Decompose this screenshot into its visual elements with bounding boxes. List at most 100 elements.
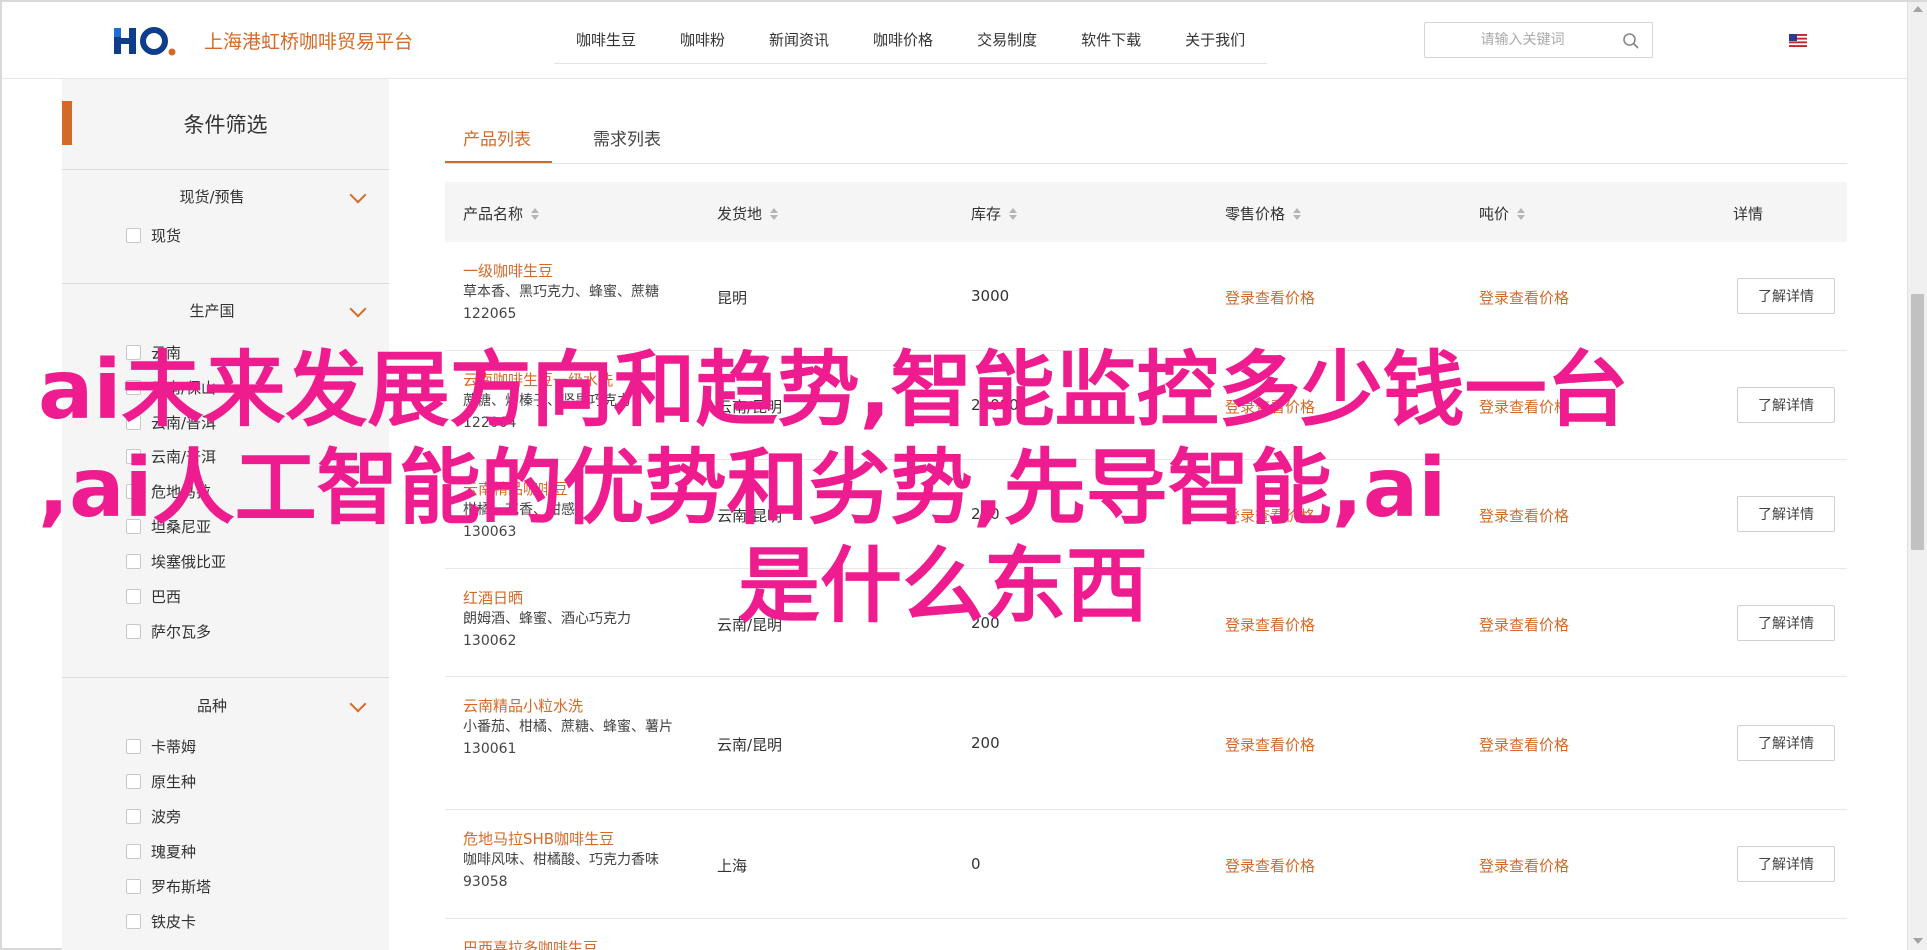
product-description: 小番茄、柑橘、蔗糖、蜂蜜、薯片 (463, 719, 673, 735)
checkbox[interactable] (126, 843, 141, 859)
product-name-link[interactable]: 危地马拉SHB咖啡生豆 (463, 828, 673, 849)
retail-price-login-link[interactable]: 登录查看价格 (1225, 287, 1315, 308)
filter-option[interactable]: 云南/普洱 (126, 446, 216, 466)
product-name-link[interactable]: 云南咖啡生豆一级水洗 (463, 369, 673, 390)
filter-option[interactable]: 卡蒂姆 (126, 736, 196, 756)
product-name-link[interactable]: 云南精品小粒水洗 (463, 695, 673, 716)
table-row: 危地马拉SHB咖啡生豆 咖啡风味、柑橘酸、巧克力香味 93058 上海 0 登录… (445, 810, 1847, 919)
search-icon[interactable] (1622, 32, 1640, 50)
nav-item-trade-rules[interactable]: 交易制度 (955, 20, 1059, 63)
checkbox[interactable] (126, 738, 141, 754)
sort-icon[interactable] (1009, 207, 1018, 220)
detail-button[interactable]: 了解详情 (1737, 387, 1835, 423)
detail-button[interactable]: 了解详情 (1737, 846, 1835, 882)
detail-button[interactable]: 了解详情 (1737, 605, 1835, 641)
filter-option[interactable]: 危地马拉 (126, 481, 211, 501)
checkbox[interactable] (126, 878, 141, 894)
tab-request-list[interactable]: 需求列表 (573, 119, 673, 163)
column-header-retail-price[interactable]: 零售价格 (1225, 203, 1302, 224)
filter-option[interactable]: 铁皮卡 (126, 911, 196, 931)
product-cell: 一级咖啡生豆 草本香、黑巧克力、蜂蜜、蔗糖 122065 (463, 260, 673, 325)
product-description: 朗姆酒、蜂蜜、酒心巧克力 (463, 611, 631, 627)
us-flag-icon[interactable] (1789, 34, 1807, 47)
column-header-ton-price[interactable]: 吨价 (1479, 203, 1526, 224)
filter-option[interactable]: 坦桑尼亚 (126, 516, 211, 536)
table-header: 产品名称 发货地 库存 零售价格 吨价 详情 (445, 182, 1847, 242)
filter-option[interactable]: 云南 (126, 342, 181, 362)
ton-price-login-link[interactable]: 登录查看价格 (1479, 734, 1569, 755)
retail-price-login-link[interactable]: 登录查看价格 (1225, 734, 1315, 755)
checkbox[interactable] (126, 808, 141, 824)
product-cell: 红酒日晒 朗姆酒、蜂蜜、酒心巧克力 130062 (463, 587, 673, 652)
ton-price-login-link[interactable]: 登录查看价格 (1479, 505, 1569, 526)
brand-name[interactable]: 上海港虹桥咖啡贸易平台 (204, 27, 413, 54)
nav-item-green-beans[interactable]: 咖啡生豆 (554, 20, 658, 63)
filter-option[interactable]: 萨尔瓦多 (126, 621, 211, 641)
sort-icon[interactable] (1293, 207, 1302, 220)
sort-icon[interactable] (1517, 207, 1526, 220)
ton-price-login-link[interactable]: 登录查看价格 (1479, 855, 1569, 876)
checkbox[interactable] (126, 773, 141, 789)
filter-option[interactable]: 云南/普洱 (126, 412, 216, 432)
detail-button[interactable]: 了解详情 (1737, 496, 1835, 532)
vertical-scrollbar[interactable] (1907, 2, 1927, 950)
nav-item-downloads[interactable]: 软件下载 (1059, 20, 1163, 63)
scroll-up-arrow-icon[interactable] (1913, 6, 1923, 12)
filter-sidebar: 条件筛选 现货/预售 现货 生产国 云南 云南/保山 云南/普洱 云南/普洱 危… (62, 79, 389, 950)
checkbox[interactable] (126, 379, 141, 395)
search-input[interactable] (1435, 29, 1610, 51)
filter-option[interactable]: 波旁 (126, 806, 181, 826)
filter-option[interactable]: 云南/保山 (126, 377, 216, 397)
checkbox[interactable] (126, 588, 141, 604)
retail-price-login-link[interactable]: 登录查看价格 (1225, 396, 1315, 417)
product-name-link[interactable]: 云南精品咖啡豆 (463, 478, 673, 499)
tab-product-list[interactable]: 产品列表 (445, 119, 552, 163)
checkbox[interactable] (126, 448, 141, 464)
detail-button[interactable]: 了解详情 (1737, 725, 1835, 761)
column-header-name[interactable]: 产品名称 (463, 203, 540, 224)
table-row: 一级咖啡生豆 草本香、黑巧克力、蜂蜜、蔗糖 122065 昆明 3000 登录查… (445, 242, 1847, 351)
checkbox[interactable] (126, 553, 141, 569)
column-header-origin[interactable]: 发货地 (717, 203, 779, 224)
retail-price-login-link[interactable]: 登录查看价格 (1225, 614, 1315, 635)
filter-option[interactable]: 埃塞俄比亚 (126, 551, 226, 571)
product-name-link[interactable]: 巴西喜拉多咖啡生豆 (463, 937, 598, 950)
scroll-thumb[interactable] (1911, 294, 1924, 550)
ton-price-login-link[interactable]: 登录查看价格 (1479, 287, 1569, 308)
filter-group-title-country[interactable]: 生产国 (62, 300, 362, 321)
column-header-stock[interactable]: 库存 (971, 203, 1018, 224)
checkbox[interactable] (126, 623, 141, 639)
product-name-link[interactable]: 一级咖啡生豆 (463, 260, 673, 281)
checkbox[interactable] (126, 414, 141, 430)
product-cell: 巴西喜拉多咖啡生豆 (463, 937, 598, 950)
filter-option[interactable]: 原生种 (126, 771, 196, 791)
checkbox[interactable] (126, 227, 141, 243)
checkbox[interactable] (126, 344, 141, 360)
scroll-down-arrow-icon[interactable] (1913, 938, 1923, 944)
filter-option[interactable]: 罗布斯塔 (126, 876, 211, 896)
sort-icon[interactable] (531, 207, 540, 220)
retail-price-login-link[interactable]: 登录查看价格 (1225, 505, 1315, 526)
checkbox[interactable] (126, 483, 141, 499)
filter-group-title-stock[interactable]: 现货/预售 (62, 186, 362, 207)
hq-logo-icon[interactable] (114, 24, 176, 58)
ton-price-login-link[interactable]: 登录查看价格 (1479, 396, 1569, 417)
stock-cell: 200 (971, 734, 1000, 752)
stock-cell: 20000 (971, 396, 1019, 414)
nav-item-news[interactable]: 新闻资讯 (747, 20, 851, 63)
checkbox[interactable] (126, 518, 141, 534)
nav-item-coffee-powder[interactable]: 咖啡粉 (658, 20, 747, 63)
filter-option[interactable]: 巴西 (126, 586, 181, 606)
product-name-link[interactable]: 红酒日晒 (463, 587, 673, 608)
product-description: 蔗糖、烤榛子、坚果巧克力 (463, 393, 631, 409)
nav-item-about[interactable]: 关于我们 (1163, 20, 1267, 63)
detail-button[interactable]: 了解详情 (1737, 278, 1835, 314)
ton-price-login-link[interactable]: 登录查看价格 (1479, 614, 1569, 635)
nav-item-prices[interactable]: 咖啡价格 (851, 20, 955, 63)
checkbox[interactable] (126, 913, 141, 929)
filter-group-title-variety[interactable]: 品种 (62, 695, 362, 716)
filter-option[interactable]: 现货 (126, 225, 181, 245)
sort-icon[interactable] (770, 207, 779, 220)
filter-option[interactable]: 瑰夏种 (126, 841, 196, 861)
retail-price-login-link[interactable]: 登录查看价格 (1225, 855, 1315, 876)
